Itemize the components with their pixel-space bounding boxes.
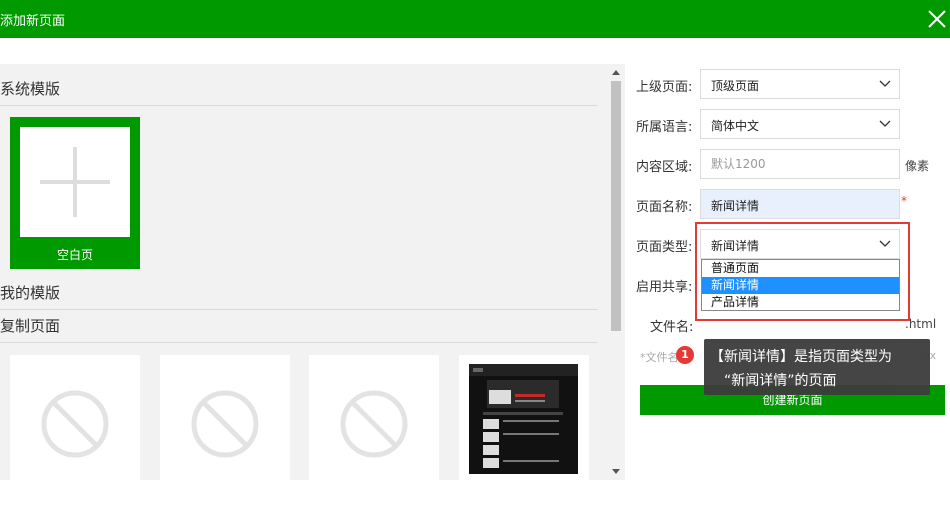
dialog-title: 添加新页面 (0, 14, 66, 29)
copy-page-label: 复制页面 (0, 317, 61, 335)
step-badge: 1 (676, 346, 694, 364)
my-template-label: 我的模版 (0, 284, 61, 302)
copy-page-heading: 复制页面 (0, 311, 598, 343)
template-scrollbar[interactable] (608, 64, 624, 480)
tooltip: 【新闻详情】是指页面类型为 “新闻详情”的页面 (704, 339, 930, 395)
system-template-label: 系统模版 (0, 80, 61, 98)
page-name-label: 页面名称: (636, 200, 693, 215)
page-name-value: 新闻详情 (711, 199, 760, 213)
filename-suffix: .html (905, 317, 937, 331)
scroll-up-icon[interactable] (612, 70, 620, 75)
page-type-label: 页面类型: (636, 240, 693, 255)
language-value: 简体中文 (711, 119, 760, 133)
plus-icon (20, 127, 130, 237)
copy-page-card[interactable] (10, 355, 140, 480)
chevron-down-icon (879, 120, 891, 127)
content-width-field[interactable] (701, 150, 899, 178)
blank-page-label: 空白页 (56, 248, 93, 262)
dialog-titlebar: 添加新页面 (0, 0, 950, 38)
parent-page-label: 上级页面: (636, 80, 693, 95)
close-icon[interactable] (924, 6, 950, 32)
no-preview-icon (191, 390, 259, 458)
page-thumbnail[interactable] (469, 364, 578, 474)
tooltip-line-2: “新闻详情”的页面 (724, 373, 837, 389)
system-template-heading: 系统模版 (0, 74, 598, 106)
tooltip-line-1: 【新闻详情】是指页面类型为 (710, 349, 892, 365)
my-template-heading: 我的模版 (0, 278, 598, 310)
content-unit: 像素 (905, 159, 930, 173)
page-name-input[interactable]: 新闻详情 (700, 189, 900, 219)
chevron-down-icon (879, 80, 891, 87)
highlight-frame (695, 222, 910, 321)
no-preview-icon (340, 390, 408, 458)
parent-page-value: 顶级页面 (711, 79, 760, 93)
copy-page-card[interactable] (160, 355, 290, 480)
filename-hint: *文件名 (640, 351, 679, 364)
required-mark: * (901, 194, 907, 208)
scrollbar-thumb[interactable] (611, 81, 621, 331)
scroll-down-icon[interactable] (612, 469, 620, 474)
content-area-input[interactable] (700, 149, 900, 179)
share-label: 启用共享: (636, 280, 693, 295)
filename-label: 文件名: (650, 320, 694, 335)
parent-page-select[interactable]: 顶级页面 (700, 69, 900, 99)
template-panel: 系统模版 空白页 我的模版 复制页面 (0, 64, 625, 480)
content-area-label: 内容区域: (636, 160, 693, 175)
blank-page-template[interactable]: 空白页 (10, 117, 140, 269)
language-select[interactable]: 简体中文 (700, 109, 900, 139)
copy-page-card[interactable] (309, 355, 439, 480)
no-preview-icon (41, 390, 109, 458)
language-label: 所属语言: (636, 120, 693, 135)
